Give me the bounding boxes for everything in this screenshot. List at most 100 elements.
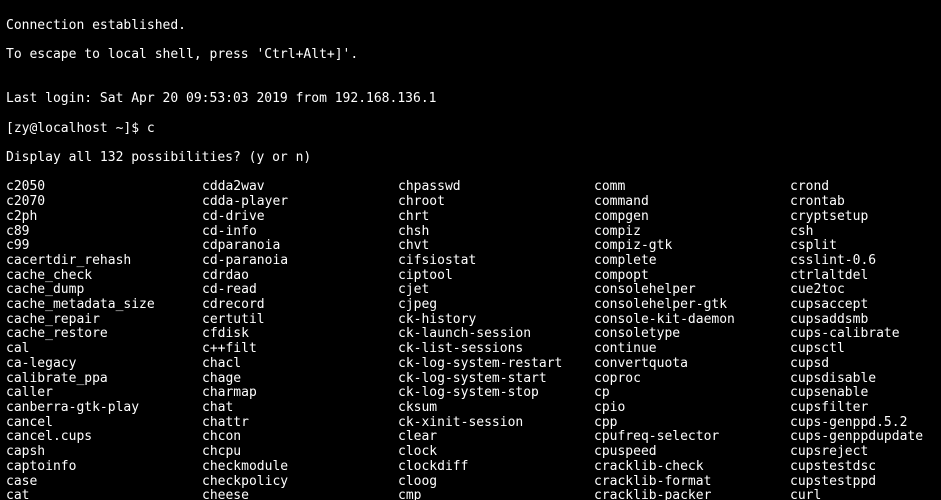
completion-item: ck-history	[398, 313, 594, 328]
completion-col-3: commcommandcompgencompizcompiz-gtkcomple…	[594, 180, 790, 500]
completion-item: consolehelper-gtk	[594, 298, 790, 313]
completion-item: cpufreq-selector	[594, 430, 790, 445]
completion-col-1: cdda2wavcdda-playercd-drivecd-infocdpara…	[202, 180, 398, 500]
completion-item: compiz	[594, 225, 790, 240]
completion-item: command	[594, 195, 790, 210]
completion-item: ctrlaltdel	[790, 269, 923, 284]
completion-item: cacertdir_rehash	[6, 254, 202, 269]
escape-hint: To escape to local shell, press 'Ctrl+Al…	[6, 48, 935, 63]
completion-item: cd-drive	[202, 210, 398, 225]
completion-item: csslint-0.6	[790, 254, 923, 269]
completion-item: chpasswd	[398, 180, 594, 195]
completion-item: clock	[398, 445, 594, 460]
completion-item: cdparanoia	[202, 239, 398, 254]
completion-item: chroot	[398, 195, 594, 210]
completion-item: cp	[594, 386, 790, 401]
completion-item: clear	[398, 430, 594, 445]
completion-item: cat	[6, 489, 202, 500]
completion-item: ck-log-system-stop	[398, 386, 594, 401]
terminal-output[interactable]: Connection established. To escape to loc…	[0, 0, 941, 500]
completion-col-0: c2050c2070c2phc89c99cacertdir_rehashcach…	[6, 180, 202, 500]
completion-item: c2ph	[6, 210, 202, 225]
completion-item: chcon	[202, 430, 398, 445]
completion-item: convertquota	[594, 357, 790, 372]
completion-item: cups-genppd.5.2	[790, 416, 923, 431]
completion-item: cifsiostat	[398, 254, 594, 269]
completion-item: c99	[6, 239, 202, 254]
completion-item: chage	[202, 372, 398, 387]
completion-item: cdrecord	[202, 298, 398, 313]
completion-item: chacl	[202, 357, 398, 372]
completion-item: csplit	[790, 239, 923, 254]
completion-item: cupsdisable	[790, 372, 923, 387]
completion-col-4: crondcrontabcryptsetupcshcsplitcsslint-0…	[790, 180, 923, 500]
completion-item: checkpolicy	[202, 475, 398, 490]
completion-item: compgen	[594, 210, 790, 225]
completion-item: clockdiff	[398, 460, 594, 475]
completion-item: consolehelper	[594, 283, 790, 298]
completion-item: cloog	[398, 475, 594, 490]
completion-item: c89	[6, 225, 202, 240]
completion-item: cupsaccept	[790, 298, 923, 313]
completion-item: compiz-gtk	[594, 239, 790, 254]
completion-item: comm	[594, 180, 790, 195]
completion-item: canberra-gtk-play	[6, 401, 202, 416]
completion-item: ca-legacy	[6, 357, 202, 372]
completion-item: curl	[790, 489, 923, 500]
completion-item: cracklib-format	[594, 475, 790, 490]
completion-item: crontab	[790, 195, 923, 210]
completion-item: caller	[6, 386, 202, 401]
completion-item: cache_restore	[6, 327, 202, 342]
completion-item: capsh	[6, 445, 202, 460]
completion-item: chattr	[202, 416, 398, 431]
completion-item: cjpeg	[398, 298, 594, 313]
completion-item: cupsd	[790, 357, 923, 372]
completion-item: charmap	[202, 386, 398, 401]
completion-item: cupsreject	[790, 445, 923, 460]
completion-item: compopt	[594, 269, 790, 284]
prompt-line-1: [zy@localhost ~]$ c	[6, 122, 935, 137]
completion-item: cpio	[594, 401, 790, 416]
completion-item: cdda2wav	[202, 180, 398, 195]
completion-item: consoletype	[594, 327, 790, 342]
completion-item: c2050	[6, 180, 202, 195]
completion-item: ck-list-sessions	[398, 342, 594, 357]
completion-item: cracklib-check	[594, 460, 790, 475]
completion-item: case	[6, 475, 202, 490]
completion-item: cjet	[398, 283, 594, 298]
completion-item: captoinfo	[6, 460, 202, 475]
completion-item: cups-genppdupdate	[790, 430, 923, 445]
completion-item: cfdisk	[202, 327, 398, 342]
completion-item: cmp	[398, 489, 594, 500]
completion-item: chcpu	[202, 445, 398, 460]
completion-item: ciptool	[398, 269, 594, 284]
completion-item: cdrdao	[202, 269, 398, 284]
completion-item: cupsctl	[790, 342, 923, 357]
completion-item: c++filt	[202, 342, 398, 357]
completion-col-2: chpasswdchrootchrtchshchvtcifsiostatcipt…	[398, 180, 594, 500]
last-login: Last login: Sat Apr 20 09:53:03 2019 fro…	[6, 92, 935, 107]
completion-item: cd-paranoia	[202, 254, 398, 269]
completion-item: cupsaddsmb	[790, 313, 923, 328]
completion-item: cd-read	[202, 283, 398, 298]
completion-item: cancel	[6, 416, 202, 431]
completion-item: cache_metadata_size	[6, 298, 202, 313]
completion-item: ck-xinit-session	[398, 416, 594, 431]
completion-item: cpp	[594, 416, 790, 431]
completion-item: ck-log-system-restart	[398, 357, 594, 372]
completion-item: cupstestdsc	[790, 460, 923, 475]
completion-item: crond	[790, 180, 923, 195]
completion-item: cheese	[202, 489, 398, 500]
completion-item: csh	[790, 225, 923, 240]
completion-item: cal	[6, 342, 202, 357]
completion-item: cue2toc	[790, 283, 923, 298]
completion-columns: c2050c2070c2phc89c99cacertdir_rehashcach…	[6, 180, 935, 500]
completion-item: cancel.cups	[6, 430, 202, 445]
completion-item: certutil	[202, 313, 398, 328]
completion-item: chrt	[398, 210, 594, 225]
completion-item: chsh	[398, 225, 594, 240]
completion-item: coproc	[594, 372, 790, 387]
completion-item: cryptsetup	[790, 210, 923, 225]
completion-item: c2070	[6, 195, 202, 210]
completion-item: cache_repair	[6, 313, 202, 328]
